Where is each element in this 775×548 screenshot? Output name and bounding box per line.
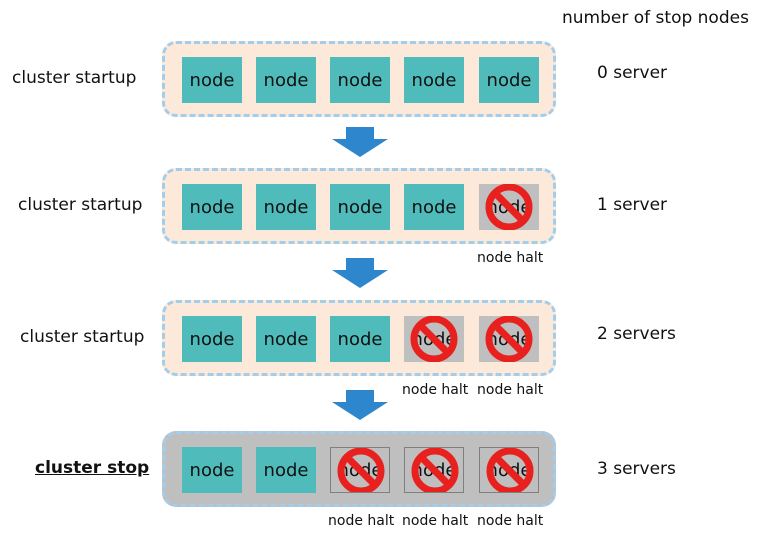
node: node (330, 316, 390, 362)
node: node (256, 57, 316, 103)
node: node (256, 447, 316, 493)
prohibited-icon (486, 448, 534, 492)
node: node (404, 57, 464, 103)
cluster-box: node node node node node (162, 168, 556, 244)
node-label: node (411, 196, 457, 218)
stop-count: 2 servers (597, 324, 676, 344)
node-halt-label: node halt (477, 250, 544, 266)
stop-count: 3 servers (597, 459, 676, 479)
prohibited-icon (411, 448, 459, 492)
prohibited-icon (337, 448, 385, 492)
prohibited-icon (485, 184, 533, 230)
cluster-box: node node node node node (162, 431, 556, 507)
node-label: node (263, 69, 309, 91)
node: node (256, 316, 316, 362)
node-label: node (337, 69, 383, 91)
node-halted: node (479, 316, 539, 362)
node-halt-label: node halt (477, 513, 544, 529)
node-label: node (189, 69, 235, 91)
down-arrow-icon (332, 390, 388, 420)
node-halt-label: node halt (477, 382, 544, 398)
row-label: cluster stop (35, 458, 150, 478)
node-halted: node (404, 447, 464, 493)
node-label: node (263, 459, 309, 481)
node-label: node (337, 328, 383, 350)
node: node (330, 184, 390, 230)
node: node (182, 316, 242, 362)
row-label: cluster startup (18, 195, 143, 215)
node-label: node (189, 196, 235, 218)
node-label: node (411, 69, 457, 91)
node-label: node (337, 196, 383, 218)
node-label: node (189, 459, 235, 481)
stop-count: 1 server (597, 195, 668, 215)
node-label: node (189, 328, 235, 350)
node-label: node (263, 196, 309, 218)
node: node (479, 57, 539, 103)
cluster-box: node node node node node (162, 300, 556, 376)
down-arrow-icon (332, 258, 388, 288)
node-halted: node (479, 184, 539, 230)
node: node (404, 184, 464, 230)
node-halted: node (404, 316, 464, 362)
row-label: cluster startup (12, 68, 137, 88)
node: node (330, 57, 390, 103)
node: node (182, 447, 242, 493)
prohibited-icon (410, 316, 458, 362)
stop-count: 0 server (597, 63, 668, 83)
node: node (182, 184, 242, 230)
node: node (182, 57, 242, 103)
node-label: node (486, 69, 532, 91)
node-halt-label: node halt (402, 382, 469, 398)
prohibited-icon (485, 316, 533, 362)
header-number-of-stop-nodes: number of stop nodes (562, 8, 749, 28)
cluster-box: node node node node node (162, 41, 556, 117)
node: node (256, 184, 316, 230)
node-halted: node (479, 447, 539, 493)
node-label: node (263, 328, 309, 350)
node-halted: node (330, 447, 390, 493)
node-halt-label: node halt (402, 513, 469, 529)
row-label: cluster startup (20, 327, 145, 347)
down-arrow-icon (332, 127, 388, 157)
node-halt-label: node halt (328, 513, 395, 529)
